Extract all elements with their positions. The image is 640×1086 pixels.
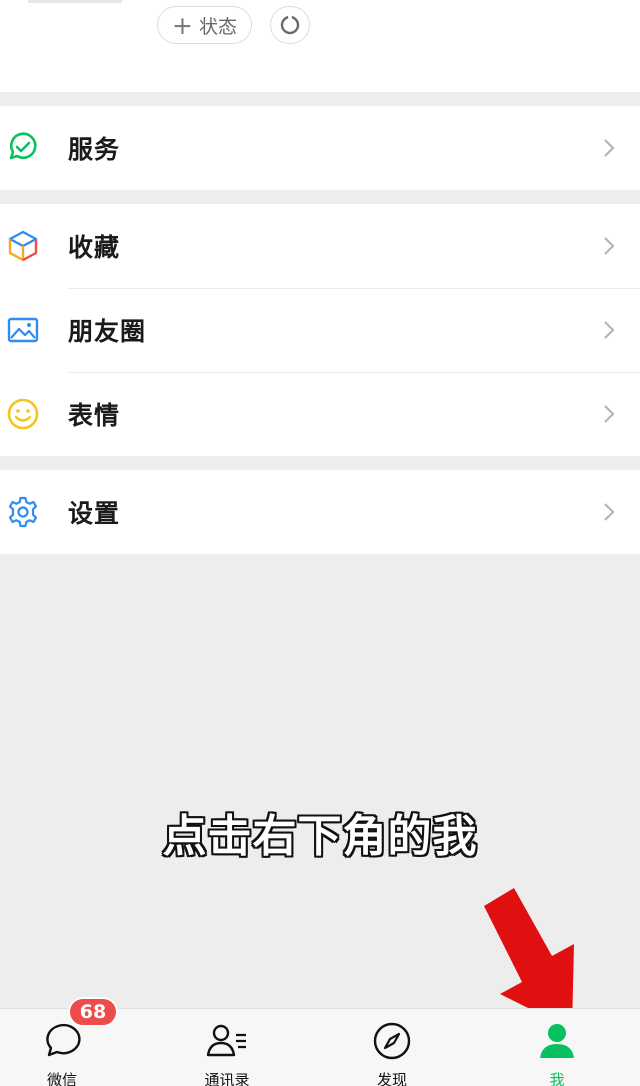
- tab-chats[interactable]: 68 微信: [2, 997, 122, 1086]
- menu-label-services: 服务: [68, 135, 121, 164]
- ring-icon: [280, 15, 300, 35]
- menu-item-moments[interactable]: 朋友圈: [0, 288, 640, 372]
- gear-icon: [6, 495, 40, 529]
- cube-icon: [6, 229, 40, 263]
- nickname-remnant: [28, 0, 122, 3]
- chevron-right-icon: [604, 321, 615, 339]
- tab-label-me: 我: [549, 1071, 565, 1086]
- chevron-right-icon: [604, 405, 615, 423]
- tab-label-contacts: 通讯录: [204, 1071, 250, 1086]
- bottom-tab-bar: 68 微信 通讯录 发现 我: [0, 997, 640, 1086]
- photo-icon: [6, 313, 40, 347]
- service-icon: [6, 131, 40, 165]
- features-group: 收藏 朋友圈 表情: [0, 204, 640, 456]
- menu-label-favorites: 收藏: [68, 233, 121, 262]
- tab-label-chats: 微信: [46, 1071, 77, 1086]
- smiley-icon: [6, 397, 40, 431]
- services-group: 服务: [0, 106, 640, 190]
- contacts-icon: [205, 1019, 249, 1063]
- menu-label-settings: 设置: [68, 499, 121, 528]
- menu-label-moments: 朋友圈: [68, 317, 147, 346]
- profile-header: + 状态: [0, 0, 640, 92]
- menu-label-stickers: 表情: [68, 401, 121, 430]
- person-icon: [535, 1019, 579, 1063]
- instruction-caption: 点击右下角的我: [162, 811, 478, 862]
- settings-group: 设置: [0, 470, 640, 554]
- chevron-right-icon: [604, 503, 615, 521]
- menu-item-stickers[interactable]: 表情: [0, 372, 640, 456]
- unread-badge: 68: [68, 997, 118, 1027]
- plus-icon: +: [172, 10, 193, 40]
- menu-item-settings[interactable]: 设置: [0, 470, 640, 554]
- tab-label-discover: 发现: [376, 1071, 407, 1086]
- status-label: 状态: [198, 15, 237, 38]
- status-ring-button[interactable]: [270, 6, 310, 44]
- chevron-right-icon: [604, 139, 615, 157]
- menu-item-favorites[interactable]: 收藏: [0, 204, 640, 288]
- compass-icon: [370, 1019, 414, 1063]
- tab-me[interactable]: 我: [497, 1009, 617, 1086]
- tab-discover[interactable]: 发现: [332, 1009, 452, 1086]
- add-status-button[interactable]: + 状态: [157, 6, 252, 44]
- menu-item-services[interactable]: 服务: [0, 106, 640, 190]
- tab-contacts[interactable]: 通讯录: [167, 1009, 287, 1086]
- chevron-right-icon: [604, 237, 615, 255]
